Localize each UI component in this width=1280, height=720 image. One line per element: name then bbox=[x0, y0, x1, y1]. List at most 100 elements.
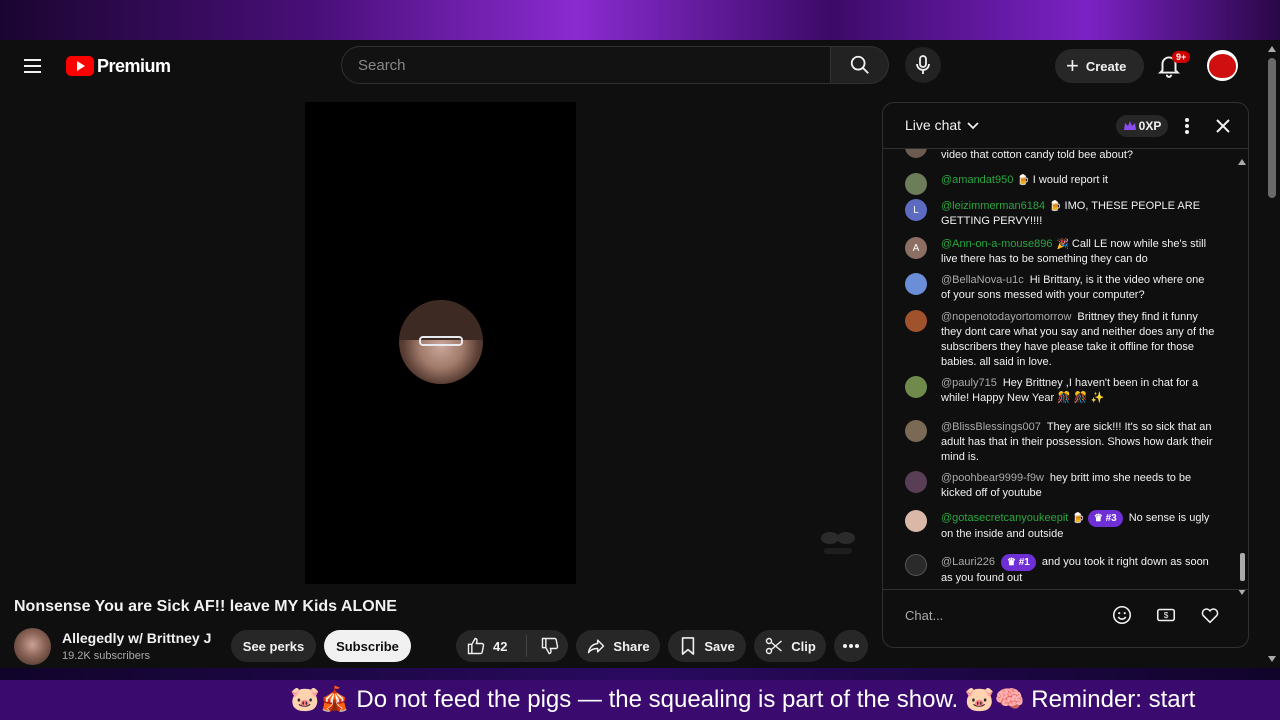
youtube-premium-logo[interactable]: Premium bbox=[66, 55, 171, 77]
message-author[interactable]: @BlissBlessings007 bbox=[941, 421, 1041, 433]
xp-badge[interactable]: 0XP bbox=[1116, 115, 1168, 137]
message-author[interactable]: @leizimmerman6184 bbox=[941, 200, 1045, 212]
live-chat-header: Live chat 0XP bbox=[883, 103, 1248, 149]
share-button[interactable]: Share bbox=[576, 630, 660, 662]
thumbs-down-icon bbox=[541, 637, 559, 655]
user-avatar: L bbox=[905, 199, 927, 221]
member-badge-icon: 🎉 bbox=[1056, 239, 1069, 250]
notifications-button[interactable]: 9+ bbox=[1156, 51, 1191, 80]
dislike-button[interactable] bbox=[527, 636, 560, 656]
save-button[interactable]: Save bbox=[668, 630, 746, 662]
user-avatar: A bbox=[905, 237, 927, 259]
chat-message: @Lauri226 ♛ #1 and you took it right down … bbox=[905, 554, 1215, 586]
chat-message: video that cotton candy told bee about? bbox=[905, 149, 1215, 163]
chat-message: @pauly715 Hey Brittney ,I haven't been in… bbox=[905, 376, 1215, 406]
message-author[interactable]: @Lauri226 bbox=[941, 556, 995, 568]
user-avatar bbox=[905, 420, 927, 442]
video-player[interactable] bbox=[305, 102, 576, 584]
live-chat-panel: Live chat 0XP video that cotton candy to… bbox=[882, 102, 1249, 648]
chat-message: @gotasecretcanyoukeepit 🍺 ♛ #3 No sense is … bbox=[905, 510, 1215, 542]
member-badge-icon: 🍺 bbox=[1072, 513, 1085, 524]
user-avatar bbox=[905, 173, 927, 195]
streamer-webcam-avatar bbox=[399, 300, 483, 384]
account-avatar[interactable] bbox=[1207, 50, 1238, 81]
close-icon bbox=[1216, 119, 1230, 133]
message-author[interactable]: @poohbear9999-f9w bbox=[941, 472, 1044, 484]
user-avatar bbox=[905, 471, 927, 493]
user-avatar bbox=[905, 273, 927, 295]
microphone-icon bbox=[916, 55, 930, 74]
message-author[interactable]: @BellaNova-u1c bbox=[941, 274, 1024, 286]
live-chat-title: Live chat bbox=[905, 117, 962, 133]
like-button[interactable]: 42 bbox=[466, 636, 526, 656]
chat-message: @BellaNova-u1c Hi Brittany, is it the vid… bbox=[905, 273, 1215, 303]
channel-avatar[interactable] bbox=[14, 628, 51, 665]
more-horizontal-icon bbox=[843, 644, 859, 648]
close-chat-button[interactable] bbox=[1212, 115, 1234, 137]
message-text: video that cotton candy told bee about? bbox=[941, 149, 1134, 161]
share-label: Share bbox=[613, 638, 650, 654]
smiley-icon bbox=[1112, 605, 1132, 625]
voice-search-button[interactable] bbox=[905, 47, 941, 83]
stream-overlay-top-banner bbox=[0, 0, 1280, 40]
page-scrollbar[interactable] bbox=[1264, 40, 1280, 668]
channel-watermark-icon[interactable] bbox=[818, 526, 858, 560]
message-text: I would report it bbox=[1032, 174, 1108, 186]
user-avatar bbox=[905, 376, 927, 398]
chat-message: @amandat950 🍺 I would report it bbox=[905, 173, 1215, 195]
create-button[interactable]: + Create bbox=[1055, 49, 1144, 83]
chat-input-bar: $ bbox=[883, 589, 1248, 647]
chat-options-button[interactable] bbox=[1177, 115, 1197, 137]
chat-input[interactable] bbox=[905, 602, 1101, 628]
heart-icon bbox=[1201, 608, 1219, 624]
chat-message: A @Ann-on-a-mouse896 🎉 Call LE now while s… bbox=[905, 237, 1215, 267]
user-avatar bbox=[905, 149, 927, 158]
scrollbar-thumb[interactable] bbox=[1268, 58, 1276, 198]
more-actions-button[interactable] bbox=[834, 630, 868, 662]
message-author[interactable]: @amandat950 bbox=[941, 174, 1013, 186]
like-count: 42 bbox=[493, 638, 508, 654]
notification-count-badge: 9+ bbox=[1172, 51, 1191, 63]
money-icon: $ bbox=[1156, 608, 1176, 622]
see-perks-button[interactable]: See perks bbox=[231, 630, 316, 662]
message-author[interactable]: @gotasecretcanyoukeepit bbox=[941, 512, 1068, 524]
chat-scrollbar[interactable] bbox=[1238, 157, 1246, 597]
search-input[interactable] bbox=[342, 47, 830, 83]
search-button[interactable] bbox=[831, 46, 889, 84]
chat-message: L @leizimmerman6184 🍺 IMO, THESE PEOPLE AR… bbox=[905, 199, 1215, 229]
leaderboard-rank-badge: ♛ #1 bbox=[1000, 554, 1036, 571]
bookmark-icon bbox=[682, 637, 695, 655]
menu-icon[interactable] bbox=[20, 54, 46, 78]
clip-label: Clip bbox=[791, 638, 816, 654]
super-chat-button[interactable]: $ bbox=[1155, 604, 1179, 628]
scissors-icon bbox=[766, 637, 783, 655]
clip-button[interactable]: Clip bbox=[754, 630, 826, 662]
search-box bbox=[341, 46, 831, 84]
member-badge-icon: 🍺 bbox=[1017, 175, 1030, 186]
subscribe-button[interactable]: Subscribe bbox=[324, 630, 411, 662]
member-badge-icon: 🍺 bbox=[1049, 201, 1062, 212]
stream-overlay-stage-lights bbox=[0, 668, 1280, 680]
chat-message: @poohbear9999-f9w hey britt imo she needs… bbox=[905, 471, 1215, 501]
user-avatar bbox=[905, 554, 927, 576]
xp-value: 0XP bbox=[1138, 119, 1162, 133]
subscriber-count: 19.2K subscribers bbox=[62, 650, 151, 662]
thanks-button[interactable] bbox=[1199, 604, 1223, 628]
emoji-button[interactable] bbox=[1111, 604, 1135, 628]
channel-name-link[interactable]: Allegedly w/ Brittney J bbox=[62, 630, 211, 646]
message-author[interactable]: @pauly715 bbox=[941, 377, 997, 389]
ticker-text: 🐷🎪 Do not feed the pigs — the squealing … bbox=[290, 686, 1196, 713]
svg-text:$: $ bbox=[1164, 611, 1169, 620]
save-label: Save bbox=[704, 638, 735, 654]
video-title: Nonsense You are Sick AF!! leave MY Kids… bbox=[14, 598, 397, 615]
chat-message: @nopenotodayortomorrow Brittney they find… bbox=[905, 310, 1215, 370]
leaderboard-rank-badge: ♛ #3 bbox=[1087, 510, 1123, 527]
message-author[interactable]: @Ann-on-a-mouse896 bbox=[941, 238, 1052, 250]
stream-ticker-banner: 🐷🎪 Do not feed the pigs — the squealing … bbox=[0, 680, 1280, 720]
youtube-play-icon bbox=[66, 56, 94, 76]
user-avatar bbox=[905, 510, 927, 532]
more-vertical-icon bbox=[1185, 118, 1189, 134]
live-chat-mode-dropdown[interactable]: Live chat bbox=[905, 117, 981, 133]
subscribe-label: Subscribe bbox=[336, 638, 399, 654]
message-author[interactable]: @nopenotodayortomorrow bbox=[941, 311, 1071, 323]
